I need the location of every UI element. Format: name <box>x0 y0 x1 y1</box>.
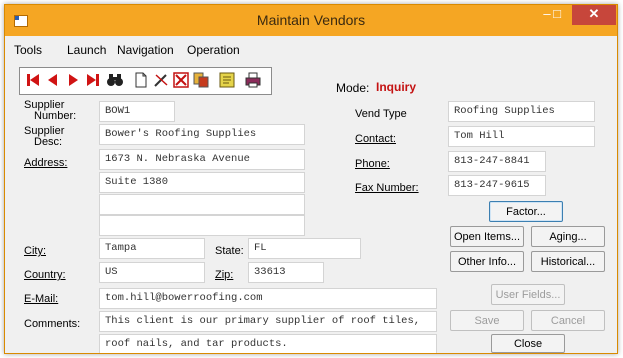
email-field[interactable]: tom.hill@bowerroofing.com <box>99 288 437 309</box>
save-button[interactable]: Save <box>450 310 524 331</box>
country-label: Country: <box>24 269 66 281</box>
supplier-number-label-2: Number: <box>34 110 77 122</box>
print-icon[interactable] <box>244 71 262 89</box>
notes-icon[interactable] <box>218 71 236 89</box>
address-line-3-field[interactable] <box>99 194 305 215</box>
title-bar[interactable]: Maintain Vendors – □ ✕ <box>5 5 617 36</box>
email-label: E-Mail: <box>24 293 59 305</box>
menu-tools[interactable]: Tools <box>14 43 42 57</box>
contact-field[interactable]: Tom Hill <box>448 126 595 147</box>
find-binoculars-icon[interactable] <box>106 71 124 89</box>
city-field[interactable]: Tampa <box>99 238 205 259</box>
delete-icon[interactable] <box>172 71 190 89</box>
address-label: Address: <box>24 157 68 169</box>
menu-launch[interactable]: Launch <box>67 43 106 57</box>
state-label: State: <box>215 245 244 257</box>
window-title: Maintain Vendors <box>256 12 366 28</box>
fax-number-label: Fax Number: <box>355 182 419 194</box>
factor-button[interactable]: Factor... <box>489 201 563 222</box>
country-field[interactable]: US <box>99 262 205 283</box>
open-items-button[interactable]: Open Items... <box>450 226 524 247</box>
fax-number-field[interactable]: 813-247-9615 <box>448 175 546 196</box>
comments-line-1-field[interactable]: This client is our primary supplier of r… <box>99 311 437 332</box>
last-record-icon[interactable] <box>84 71 102 89</box>
address-line-1-field[interactable]: 1673 N. Nebraska Avenue <box>99 149 305 170</box>
mode-value: Inquiry <box>376 80 417 94</box>
comments-label: Comments: <box>24 318 81 330</box>
menu-bar: Tools Launch Navigation Operation <box>5 38 617 60</box>
first-record-icon[interactable] <box>24 71 42 89</box>
record-toolbar <box>19 67 272 95</box>
state-field[interactable]: FL <box>248 238 361 259</box>
zip-field[interactable]: 33613 <box>248 262 324 283</box>
supplier-desc-label-2: Desc: <box>34 136 63 148</box>
supplier-desc-field[interactable]: Bower's Roofing Supplies <box>99 124 305 145</box>
other-info-button[interactable]: Other Info... <box>450 251 524 272</box>
menu-navigation[interactable]: Navigation <box>117 43 174 57</box>
user-fields-button[interactable]: User Fields... <box>491 284 565 305</box>
contact-label: Contact: <box>355 133 396 145</box>
mode-label: Mode: <box>336 81 370 95</box>
comments-line-2-field[interactable]: roof nails, and tar products. <box>99 334 437 353</box>
previous-record-icon[interactable] <box>44 71 62 89</box>
close-window-button[interactable]: ✕ <box>572 5 616 25</box>
copy-icon[interactable] <box>192 71 210 89</box>
menu-operation[interactable]: Operation <box>187 43 240 57</box>
vend-type-label: Vend Type <box>355 108 407 120</box>
aging-button[interactable]: Aging... <box>531 226 605 247</box>
maximize-button[interactable]: □ <box>545 5 569 25</box>
vend-type-field[interactable]: Roofing Supplies <box>448 101 595 122</box>
phone-field[interactable]: 813-247-8841 <box>448 151 546 172</box>
close-button[interactable]: Close <box>491 334 565 353</box>
next-record-icon[interactable] <box>64 71 82 89</box>
zip-label: Zip: <box>215 269 234 281</box>
address-line-4-field[interactable] <box>99 215 305 236</box>
phone-label: Phone: <box>355 158 390 170</box>
historical-button[interactable]: Historical... <box>531 251 605 272</box>
supplier-number-field[interactable]: BOW1 <box>99 101 175 122</box>
maintain-vendors-window: Maintain Vendors – □ ✕ Tools Launch Navi… <box>4 4 618 354</box>
cancel-button[interactable]: Cancel <box>531 310 605 331</box>
edit-icon[interactable] <box>152 71 170 89</box>
city-label: City: <box>24 245 46 257</box>
address-line-2-field[interactable]: Suite 1380 <box>99 172 305 193</box>
new-document-icon[interactable] <box>132 71 150 89</box>
